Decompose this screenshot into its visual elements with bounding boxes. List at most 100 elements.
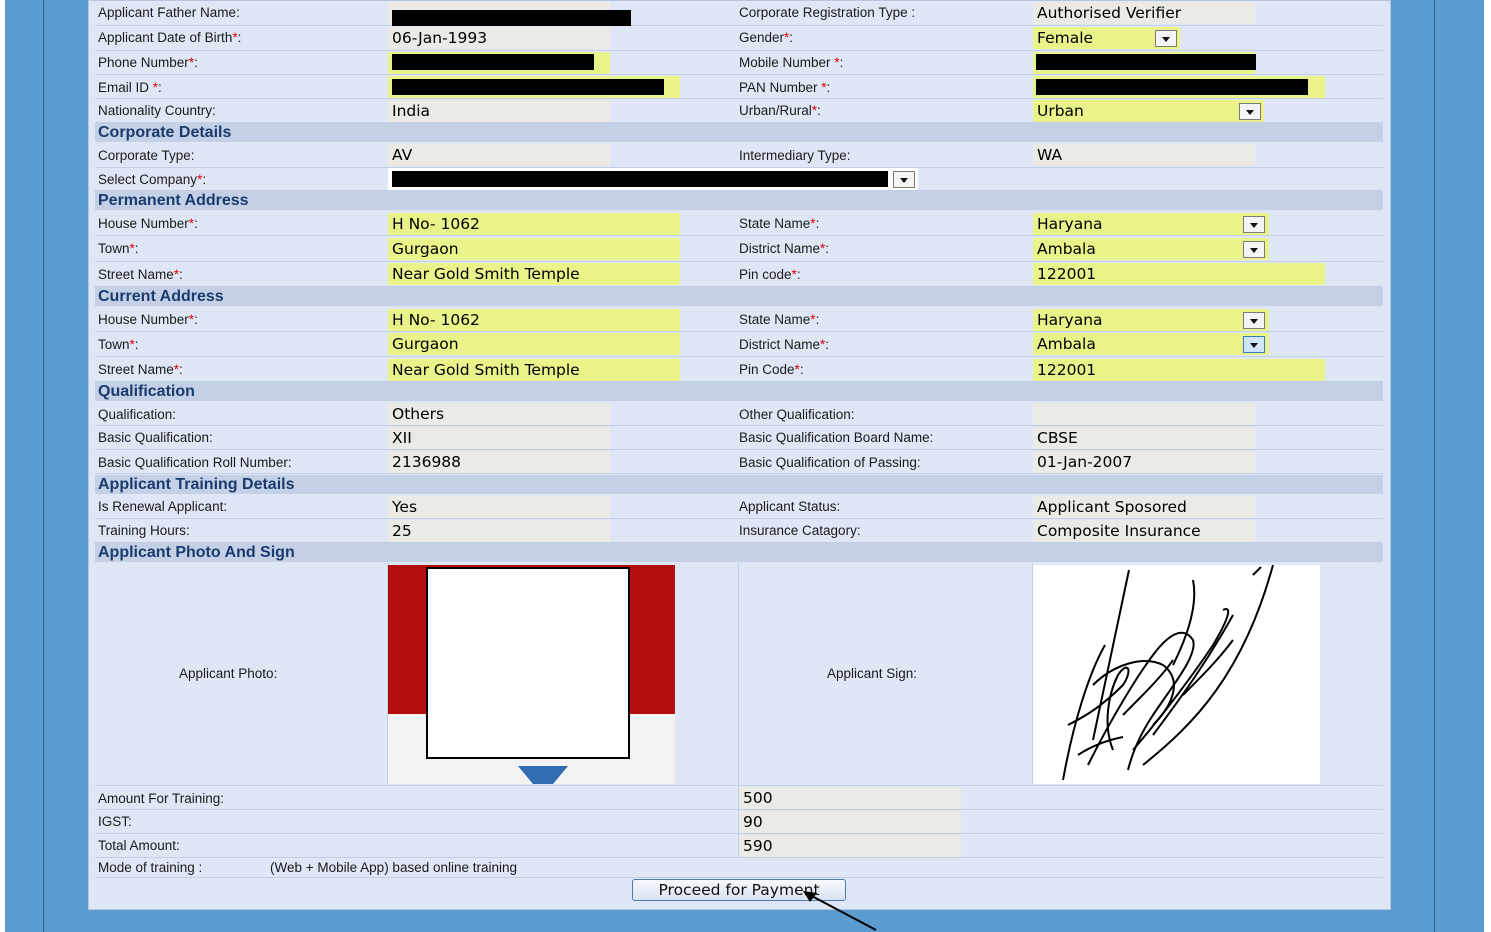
required-mark: * — [834, 55, 840, 70]
perm-house-label: House Number*: — [98, 216, 198, 231]
section-permanent-address: Permanent Address — [95, 191, 1383, 210]
perm-house-field[interactable]: H No- 1062 — [388, 213, 680, 235]
phone-label: Phone Number*: — [98, 55, 198, 70]
perm-district-select[interactable]: Ambala — [1033, 238, 1269, 260]
urban-rural-select-value: Urban — [1037, 102, 1084, 120]
email-label: Email ID *: — [98, 80, 162, 95]
row-select-company: Select Company*: — [95, 168, 1383, 191]
curr-house-field[interactable]: H No- 1062 — [388, 309, 680, 331]
curr-district-select[interactable]: Ambala — [1033, 333, 1269, 355]
required-mark: * — [794, 362, 800, 377]
qualification-label: Qualification: — [98, 407, 177, 422]
applicant-status-field[interactable]: Applicant Sposored — [1033, 496, 1255, 518]
required-mark: * — [152, 80, 159, 95]
annotation-arrow-icon — [803, 891, 877, 931]
perm-town-label: Town*: — [98, 241, 139, 256]
intermediary-type-field[interactable]: WA — [1033, 144, 1255, 166]
dob-label: Applicant Date of Birth*: — [98, 30, 242, 45]
passing-field[interactable]: 01-Jan-2007 — [1033, 451, 1255, 473]
amount-field[interactable]: 500 — [739, 787, 961, 809]
applicant-photo-label: Applicant Photo: — [179, 666, 278, 681]
section-title: Applicant Photo And Sign — [98, 544, 295, 561]
igst-field[interactable]: 90 — [739, 811, 961, 833]
total-field[interactable]: 590 — [739, 835, 961, 857]
required-mark: * — [784, 30, 790, 45]
row-qualification: Qualification: Others Other Qualificatio… — [95, 402, 1383, 426]
urban-rural-label-text: Urban/Rural — [739, 103, 812, 118]
row-igst: IGST: 90 — [95, 810, 1383, 834]
qualification-field[interactable]: Others — [388, 403, 610, 425]
row-curr-town: Town*: Gurgaon District Name*: Ambala — [95, 332, 1383, 357]
mobile-label: Mobile Number *: — [739, 55, 844, 70]
training-hours-field[interactable]: 25 — [388, 520, 610, 542]
board-name-field[interactable]: CBSE — [1033, 427, 1255, 449]
applicant-signature — [1033, 564, 1320, 784]
urban-rural-label: Urban/Rural*: — [739, 103, 821, 118]
roll-number-field[interactable]: 2136988 — [388, 451, 610, 473]
required-mark: * — [820, 241, 826, 256]
passing-label: Basic Qualification of Passing: — [739, 455, 921, 470]
father-name-label: Applicant Father Name: — [98, 5, 240, 20]
curr-street-label-text: Street Name — [98, 362, 174, 377]
registration-type-field[interactable]: Authorised Verifier — [1033, 2, 1255, 24]
applicant-status-label: Applicant Status: — [739, 499, 841, 514]
perm-state-select[interactable]: Haryana — [1033, 213, 1269, 235]
corporate-type-field[interactable]: AV — [388, 144, 610, 166]
row-mode: Mode of training : (Web + Mobile App) ba… — [95, 858, 1383, 878]
curr-district-label-text: District Name — [739, 337, 821, 352]
gender-label-text: Gender — [739, 30, 785, 45]
renewal-field[interactable]: Yes — [388, 496, 610, 518]
section-corporate-details: Corporate Details — [95, 123, 1383, 142]
curr-pin-label: Pin Code*: — [739, 362, 804, 377]
row-amount: Amount For Training: 500 — [95, 786, 1383, 810]
perm-pin-field[interactable]: 122001 — [1033, 263, 1325, 285]
select-company-label: Select Company*: — [98, 172, 207, 187]
curr-town-field[interactable]: Gurgaon — [388, 333, 680, 355]
chevron-down-icon[interactable] — [1239, 103, 1261, 120]
section-title: Applicant Training Details — [98, 476, 295, 493]
dob-label-text: Applicant Date of Birth — [98, 30, 233, 45]
perm-house-label-text: House Number — [98, 216, 189, 231]
gender-select[interactable]: Female — [1033, 27, 1180, 49]
required-mark: * — [810, 312, 816, 327]
perm-town-field[interactable]: Gurgaon — [388, 238, 680, 260]
roll-number-label: Basic Qualification Roll Number: — [98, 455, 292, 470]
select-company-label-text: Select Company — [98, 172, 198, 187]
email-label-text: Email ID — [98, 80, 153, 95]
pan-label: PAN Number *: — [739, 80, 831, 95]
other-qualification-label: Other Qualification: — [739, 407, 855, 422]
section-title: Permanent Address — [98, 192, 249, 209]
curr-state-select[interactable]: Haryana — [1033, 309, 1269, 331]
curr-pin-field[interactable]: 122001 — [1033, 359, 1325, 381]
redacted-block — [392, 79, 664, 95]
row-perm-town: Town*: Gurgaon District Name*: Ambala — [95, 236, 1383, 262]
required-mark: * — [188, 216, 195, 231]
applicant-sign-label: Applicant Sign: — [827, 666, 918, 681]
chevron-down-icon[interactable] — [1243, 216, 1265, 233]
chevron-down-icon[interactable] — [1155, 30, 1177, 47]
curr-street-field[interactable]: Near Gold Smith Temple — [388, 359, 680, 381]
corporate-type-label: Corporate Type: — [98, 148, 195, 163]
other-qualification-field[interactable] — [1033, 403, 1255, 425]
perm-state-label: State Name*: — [739, 216, 820, 231]
chevron-down-icon[interactable] — [1243, 336, 1265, 353]
insurance-category-label: Insurance Catagory: — [739, 523, 861, 538]
perm-state-value: Haryana — [1037, 215, 1103, 233]
dob-field[interactable]: 06-Jan-1993 — [388, 27, 610, 49]
required-mark: * — [821, 80, 827, 95]
basic-qualification-field[interactable]: XII — [388, 427, 610, 449]
row-curr-street: Street Name*: Near Gold Smith Temple Pin… — [95, 357, 1383, 382]
nationality-field[interactable]: India — [388, 100, 610, 122]
curr-house-label-text: House Number — [98, 312, 189, 327]
curr-street-label: Street Name*: — [98, 362, 183, 377]
perm-street-field[interactable]: Near Gold Smith Temple — [388, 263, 680, 285]
gender-select-value: Female — [1037, 29, 1094, 47]
chevron-down-icon[interactable] — [1243, 312, 1265, 329]
insurance-category-field[interactable]: Composite Insurance — [1033, 520, 1255, 542]
urban-rural-select[interactable]: Urban — [1033, 100, 1264, 122]
mode-label: Mode of training : — [98, 860, 203, 875]
curr-state-label-text: State Name — [739, 312, 811, 327]
chevron-down-icon[interactable] — [893, 171, 915, 188]
curr-state-label: State Name*: — [739, 312, 820, 327]
chevron-down-icon[interactable] — [1243, 241, 1265, 258]
